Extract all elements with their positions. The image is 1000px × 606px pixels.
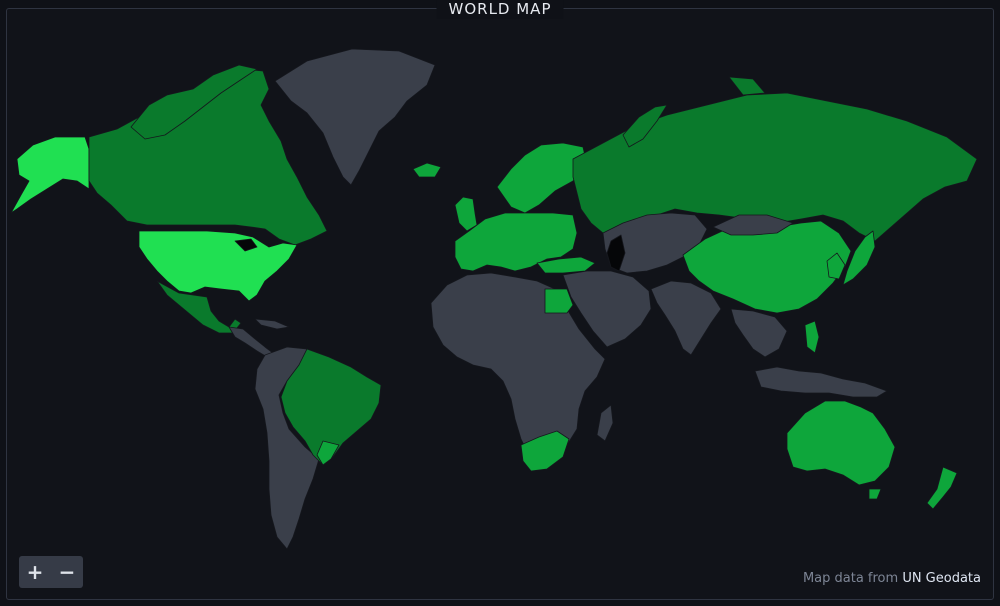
country-madagascar[interactable] xyxy=(596,404,614,442)
country-new-zealand[interactable] xyxy=(926,466,958,510)
country-egypt[interactable] xyxy=(544,288,574,314)
world-map-panel: WORLD MAP + − Map data from UN Geodata xyxy=(6,0,994,600)
map-attribution: Map data from UN Geodata xyxy=(803,571,981,586)
country-iceland[interactable] xyxy=(412,162,442,178)
country-philippines[interactable] xyxy=(804,320,820,354)
zoom-out-button[interactable]: − xyxy=(53,558,81,586)
country-russia-arctic-east[interactable] xyxy=(728,76,766,96)
attribution-prefix: Map data from xyxy=(802,571,903,586)
plus-icon: + xyxy=(26,560,44,584)
minus-icon: − xyxy=(58,560,76,584)
world-map-svg[interactable] xyxy=(7,9,993,599)
country-indonesia[interactable] xyxy=(754,366,888,398)
country-australia[interactable] xyxy=(786,400,896,486)
country-caribbean[interactable] xyxy=(254,318,290,330)
attribution-link[interactable]: UN Geodata xyxy=(902,571,981,586)
country-central-america[interactable] xyxy=(228,326,274,358)
country-uk[interactable] xyxy=(454,196,478,232)
country-greenland[interactable] xyxy=(274,48,436,186)
country-southeast-asia[interactable] xyxy=(730,308,788,358)
zoom-controls: + − xyxy=(19,556,83,588)
zoom-in-button[interactable]: + xyxy=(21,558,49,586)
map-viewport[interactable] xyxy=(7,9,993,599)
country-usa[interactable] xyxy=(138,230,298,302)
country-alaska[interactable] xyxy=(10,136,90,214)
country-tasmania[interactable] xyxy=(868,488,882,500)
country-india[interactable] xyxy=(650,280,722,356)
